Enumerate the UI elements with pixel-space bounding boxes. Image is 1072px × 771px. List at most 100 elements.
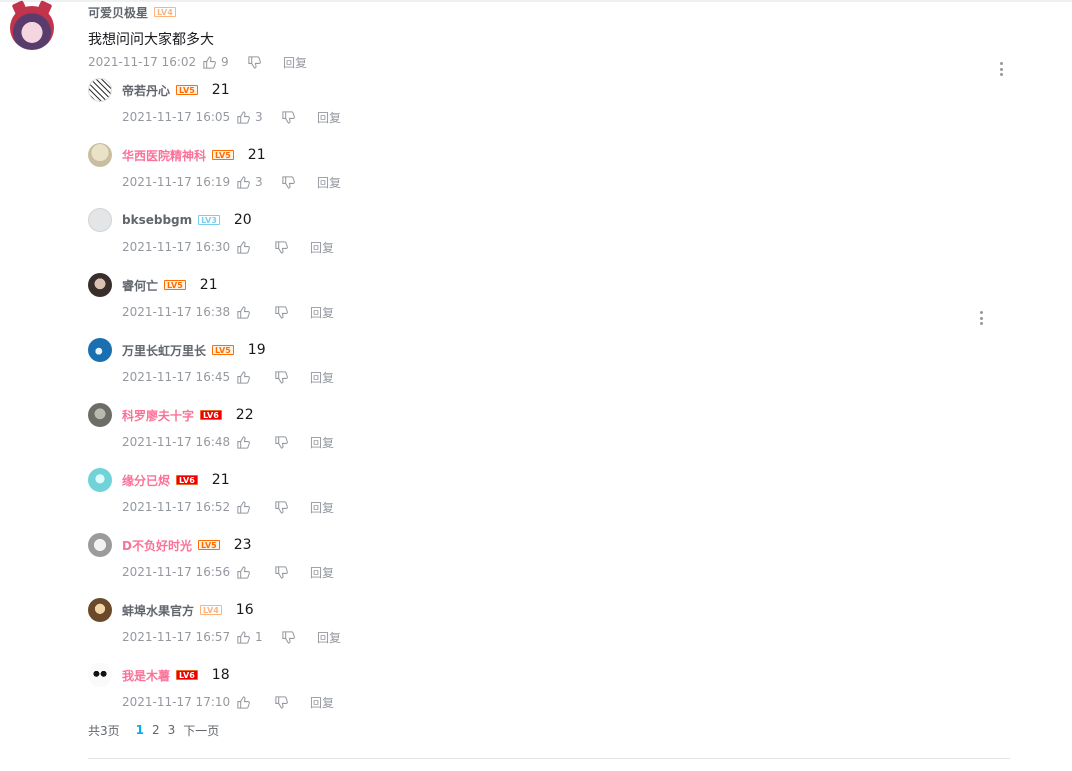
dislike-button[interactable] bbox=[274, 240, 310, 255]
level-badge: LV6 bbox=[200, 410, 222, 420]
thumb-down-icon bbox=[248, 55, 261, 69]
main-comment-header: 可爱贝极星 LV4 bbox=[88, 4, 176, 20]
thumb-up-icon bbox=[237, 110, 250, 124]
reply-avatar[interactable] bbox=[88, 208, 112, 232]
reply-username[interactable]: 缘分已烬 bbox=[122, 472, 170, 489]
reply-content: 22 bbox=[235, 407, 254, 423]
thumb-down-icon bbox=[282, 110, 295, 124]
reply-header: 科罗廖夫十字 LV6 22 bbox=[122, 407, 254, 423]
reply-time: 2021-11-17 16:38 bbox=[122, 305, 231, 319]
reply-username[interactable]: 华西医院精神科 bbox=[122, 147, 206, 164]
main-comment-username[interactable]: 可爱贝极星 bbox=[88, 4, 148, 21]
reply-meta: 2021-11-17 16:57 1 回复 bbox=[122, 629, 341, 645]
level-badge: LV5 bbox=[212, 150, 234, 160]
reply-avatar[interactable] bbox=[88, 403, 112, 427]
reply-button[interactable]: 回复 bbox=[310, 239, 334, 256]
reply-button[interactable]: 回复 bbox=[310, 304, 334, 321]
reply-button[interactable]: 回复 bbox=[317, 174, 341, 191]
main-comment-meta: 2021-11-17 16:02 9 回复 bbox=[88, 54, 307, 70]
reply-button[interactable]: 回复 bbox=[310, 694, 334, 711]
reply-avatar[interactable] bbox=[88, 533, 112, 557]
reply-meta: 2021-11-17 16:48 回复 bbox=[122, 434, 334, 450]
reply-meta: 2021-11-17 16:30 回复 bbox=[122, 239, 334, 255]
page-link-current[interactable]: 1 bbox=[136, 723, 144, 737]
reply-content: 21 bbox=[211, 82, 230, 98]
more-vertical-icon[interactable] bbox=[999, 62, 1003, 76]
reply-header: 我是木薯 LV6 18 bbox=[122, 667, 230, 683]
like-button[interactable] bbox=[236, 500, 274, 515]
like-button[interactable]: 1 bbox=[236, 630, 281, 645]
level-badge: LV6 bbox=[176, 475, 198, 485]
dislike-button[interactable] bbox=[274, 695, 310, 710]
reply-meta: 2021-11-17 16:38 回复 bbox=[122, 304, 334, 320]
level-badge: LV4 bbox=[154, 7, 176, 17]
page-link[interactable]: 2 bbox=[152, 723, 160, 737]
dislike-button[interactable] bbox=[274, 435, 310, 450]
thumb-up-icon bbox=[237, 630, 250, 644]
dislike-button[interactable] bbox=[281, 110, 317, 125]
reply-username[interactable]: 睿何亡 bbox=[122, 277, 158, 294]
reply-avatar[interactable] bbox=[88, 273, 112, 297]
reply-button[interactable]: 回复 bbox=[310, 499, 334, 516]
reply-header: 睿何亡 LV5 21 bbox=[122, 277, 218, 293]
reply-username[interactable]: bksebbgm bbox=[122, 213, 192, 227]
reply-meta: 2021-11-17 17:10 回复 bbox=[122, 694, 334, 710]
dislike-button[interactable] bbox=[247, 55, 283, 70]
like-button[interactable] bbox=[236, 240, 274, 255]
thumb-down-icon bbox=[275, 305, 288, 319]
like-button[interactable]: 9 bbox=[202, 55, 247, 70]
reply-username[interactable]: D不负好时光 bbox=[122, 537, 192, 554]
reply-content: 23 bbox=[233, 537, 252, 553]
reply-username[interactable]: 科罗廖夫十字 bbox=[122, 407, 194, 424]
like-button[interactable] bbox=[236, 370, 274, 385]
thumb-down-icon bbox=[282, 630, 295, 644]
reply-button[interactable]: 回复 bbox=[283, 54, 307, 71]
reply-avatar[interactable] bbox=[88, 143, 112, 167]
dislike-button[interactable] bbox=[274, 370, 310, 385]
reply-item: 帝若丹心 LV5 21 2021-11-17 16:05 3 回复 bbox=[88, 78, 488, 138]
next-page-link[interactable]: 下一页 bbox=[183, 722, 219, 739]
reply-item: bksebbgm LV3 20 2021-11-17 16:30 回复 bbox=[88, 208, 488, 268]
reply-header: 蚌埠水果官方 LV4 16 bbox=[122, 602, 254, 618]
dislike-button[interactable] bbox=[281, 175, 317, 190]
reply-content: 21 bbox=[211, 472, 230, 488]
dislike-button[interactable] bbox=[274, 305, 310, 320]
reply-username[interactable]: 蚌埠水果官方 bbox=[122, 602, 194, 619]
thumb-up-icon bbox=[237, 240, 250, 254]
page-link[interactable]: 3 bbox=[168, 723, 176, 737]
reply-avatar[interactable] bbox=[88, 663, 112, 687]
main-comment-avatar[interactable] bbox=[10, 0, 54, 50]
dislike-button[interactable] bbox=[274, 565, 310, 580]
reply-time: 2021-11-17 16:57 bbox=[122, 630, 231, 644]
reply-button[interactable]: 回复 bbox=[310, 369, 334, 386]
reply-item: 蚌埠水果官方 LV4 16 2021-11-17 16:57 1 回复 bbox=[88, 598, 488, 658]
reply-username[interactable]: 帝若丹心 bbox=[122, 82, 170, 99]
reply-avatar[interactable] bbox=[88, 78, 112, 102]
reply-time: 2021-11-17 16:52 bbox=[122, 500, 231, 514]
reply-meta: 2021-11-17 16:56 回复 bbox=[122, 564, 334, 580]
reply-meta: 2021-11-17 16:05 3 回复 bbox=[122, 109, 341, 125]
reply-button[interactable]: 回复 bbox=[310, 564, 334, 581]
reply-content: 21 bbox=[199, 277, 218, 293]
reply-button[interactable]: 回复 bbox=[310, 434, 334, 451]
like-count: 9 bbox=[221, 55, 229, 69]
dislike-button[interactable] bbox=[274, 500, 310, 515]
reply-button[interactable]: 回复 bbox=[317, 109, 341, 126]
reply-content: 21 bbox=[247, 147, 266, 163]
more-vertical-icon[interactable] bbox=[979, 311, 983, 325]
like-button[interactable] bbox=[236, 695, 274, 710]
like-button[interactable]: 3 bbox=[236, 110, 281, 125]
dislike-button[interactable] bbox=[281, 630, 317, 645]
like-button[interactable]: 3 bbox=[236, 175, 281, 190]
like-button[interactable] bbox=[236, 305, 274, 320]
thumb-up-icon bbox=[237, 435, 250, 449]
like-button[interactable] bbox=[236, 435, 274, 450]
reply-avatar[interactable] bbox=[88, 468, 112, 492]
reply-username[interactable]: 万里长虹万里长 bbox=[122, 342, 206, 359]
thumb-down-icon bbox=[282, 175, 295, 189]
reply-button[interactable]: 回复 bbox=[317, 629, 341, 646]
reply-avatar[interactable] bbox=[88, 338, 112, 362]
reply-username[interactable]: 我是木薯 bbox=[122, 667, 170, 684]
reply-avatar[interactable] bbox=[88, 598, 112, 622]
like-button[interactable] bbox=[236, 565, 274, 580]
